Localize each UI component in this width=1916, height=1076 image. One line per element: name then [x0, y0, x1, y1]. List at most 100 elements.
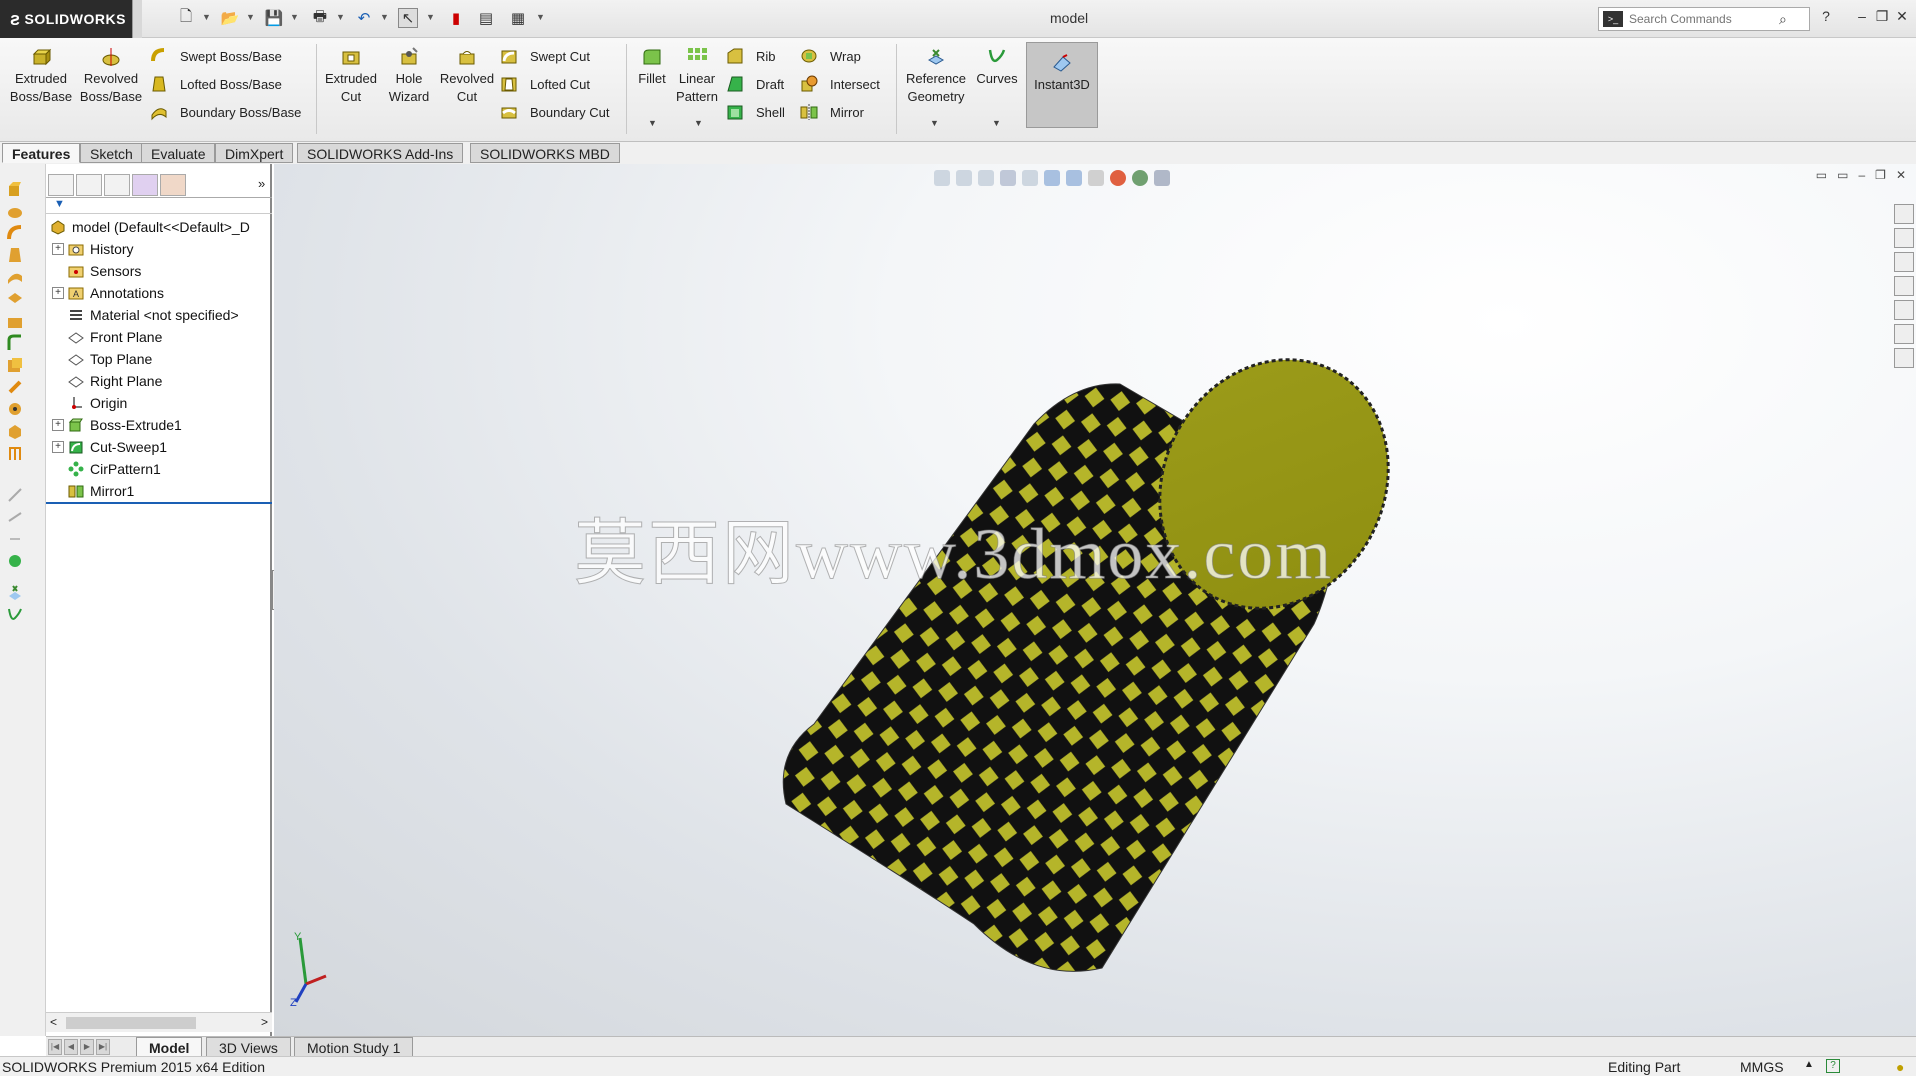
chamfer-shortcut-icon[interactable] — [6, 356, 24, 374]
linear-pattern-button[interactable]: Linear Pattern — [674, 46, 720, 106]
tree-item-sensors[interactable]: Sensors — [52, 260, 141, 282]
save-dropdown-icon[interactable]: ▼ — [290, 12, 299, 26]
undo-dropdown-icon[interactable]: ▼ — [380, 12, 389, 26]
fillet-dropdown-icon[interactable]: ▼ — [648, 118, 657, 128]
split-line-icon[interactable] — [6, 552, 24, 570]
shell-shortcut-icon[interactable] — [6, 422, 24, 440]
extrude-shortcut-icon[interactable] — [6, 180, 24, 198]
tree-item-top-plane[interactable]: Top Plane — [52, 348, 152, 370]
rollback-bar[interactable] — [46, 502, 272, 504]
display-manager-tab-icon[interactable] — [160, 174, 186, 196]
configuration-manager-tab-icon[interactable] — [104, 174, 130, 196]
tab-solidworks-mbd[interactable]: SOLIDWORKS MBD — [470, 143, 620, 163]
wrap-button[interactable]: Wrap — [800, 44, 861, 68]
boundary-cut-button[interactable]: Boundary Cut — [500, 100, 610, 124]
last-tab-icon[interactable]: ▶| — [96, 1039, 110, 1055]
undo-icon[interactable]: ↶ — [354, 8, 374, 28]
tree-item-annotations[interactable]: + A Annotations — [52, 282, 164, 304]
search-input[interactable] — [1629, 12, 1779, 26]
tab-evaluate[interactable]: Evaluate — [141, 143, 216, 163]
tree-item-front-plane[interactable]: Front Plane — [52, 326, 162, 348]
select-dropdown-icon[interactable]: ▼ — [426, 12, 435, 26]
filter-icon[interactable]: ▼ — [46, 198, 272, 214]
restore-icon[interactable]: ❐ — [1872, 8, 1892, 28]
instant3d-button[interactable]: Instant3D — [1026, 42, 1098, 128]
print-icon[interactable]: 🖶 — [310, 8, 330, 28]
tree-item-right-plane[interactable]: Right Plane — [52, 370, 162, 392]
lofted-boss-button[interactable]: Lofted Boss/Base — [150, 72, 282, 96]
rebuild-traffic-light-icon[interactable]: ▮ — [446, 8, 466, 28]
solidworks-logo[interactable]: ƨ SOLIDWORKS — [0, 0, 132, 38]
tree-item-history[interactable]: + History — [52, 238, 134, 260]
minimize-icon[interactable]: – — [1852, 8, 1872, 28]
tree-item-cirpattern1[interactable]: CirPattern1 — [52, 458, 161, 480]
tree-horizontal-scrollbar[interactable]: < > — [46, 1012, 272, 1032]
tree-item-material[interactable]: Material <not specified> — [52, 304, 239, 326]
tab-3d-views[interactable]: 3D Views — [206, 1037, 291, 1057]
next-tab-icon[interactable]: ▶ — [80, 1039, 94, 1055]
tab-solidworks-addins[interactable]: SOLIDWORKS Add-Ins — [297, 143, 464, 163]
expand-icon[interactable]: + — [52, 243, 64, 255]
property-manager-tab-icon[interactable] — [76, 174, 102, 196]
select-arrow-icon[interactable]: ↖ — [398, 8, 418, 28]
expand-tabs-chevron-icon[interactable]: » — [258, 176, 265, 191]
options-dropdown-icon[interactable]: ▼ — [536, 12, 545, 26]
rib-button[interactable]: Rib — [726, 44, 776, 68]
fillet-button[interactable]: Fillet — [632, 46, 672, 88]
curves-dropdown-icon[interactable]: ▼ — [992, 118, 1001, 128]
rib-shortcut-icon[interactable] — [6, 444, 24, 462]
curve-shortcut-icon[interactable] — [6, 606, 24, 624]
expand-icon[interactable]: + — [52, 441, 64, 453]
sweep-shortcut-icon[interactable] — [6, 224, 24, 242]
extruded-cut-button[interactable]: Extruded Cut — [322, 46, 380, 106]
print-dropdown-icon[interactable]: ▼ — [336, 12, 345, 26]
reference-geometry-dropdown-icon[interactable]: ▼ — [930, 118, 939, 128]
lofted-cut-button[interactable]: Lofted Cut — [500, 72, 590, 96]
sketch-tool-icon[interactable] — [6, 486, 24, 504]
open-folder-icon[interactable]: 📂 — [220, 8, 240, 28]
help-icon[interactable]: ? — [1816, 8, 1836, 28]
swept-boss-button[interactable]: Swept Boss/Base — [150, 44, 282, 68]
shell-button[interactable]: Shell — [726, 100, 785, 124]
tab-model[interactable]: Model — [136, 1037, 203, 1057]
menu-expand-arrow[interactable] — [132, 0, 142, 38]
revolved-boss-button[interactable]: Revolved Boss/Base — [78, 46, 144, 106]
search-commands-box[interactable]: >_ ⌕ — [1598, 7, 1810, 31]
new-document-icon[interactable]: 🗋 — [176, 8, 196, 28]
graphics-viewport[interactable]: ▭ ▭ – ❐ ✕ 莫西网www.3dmox.com Y Z — [274, 164, 1916, 1036]
revolve-shortcut-icon[interactable] — [6, 202, 24, 220]
tab-dimxpert[interactable]: DimXpert — [215, 143, 294, 163]
fillet-shortcut-icon[interactable] — [6, 334, 24, 352]
intersect-button[interactable]: Intersect — [800, 72, 880, 96]
help-status-icon[interactable]: ? — [1826, 1059, 1840, 1073]
expand-icon[interactable]: + — [52, 287, 64, 299]
rebuild-status-icon[interactable]: ● — [1896, 1059, 1904, 1075]
sketch-line-icon[interactable] — [6, 508, 24, 526]
boundary-shortcut-icon[interactable] — [6, 268, 24, 286]
new-dropdown-icon[interactable]: ▼ — [202, 12, 211, 26]
tree-item-boss-extrude1[interactable]: + Boss-Extrude1 — [52, 414, 182, 436]
cut-shortcut-icon[interactable] — [6, 290, 24, 308]
tree-root-model[interactable]: model (Default<<Default>_D — [50, 216, 250, 238]
tab-motion-study-1[interactable]: Motion Study 1 — [294, 1037, 414, 1057]
tab-features[interactable]: Features — [2, 143, 81, 163]
first-tab-icon[interactable]: |◀ — [48, 1039, 62, 1055]
hole-shortcut-icon[interactable] — [6, 312, 24, 330]
mirror-button[interactable]: Mirror — [800, 100, 864, 124]
dimxpert-manager-tab-icon[interactable] — [132, 174, 158, 196]
revolved-cut-button[interactable]: Revolved Cut — [438, 46, 496, 106]
feature-tree-tab-icon[interactable] — [48, 174, 74, 196]
scrollbar-thumb[interactable] — [66, 1017, 196, 1029]
close-icon[interactable]: ✕ — [1892, 8, 1912, 28]
save-icon[interactable]: 💾 — [264, 8, 284, 28]
draft-button[interactable]: Draft — [726, 72, 784, 96]
swept-cut-button[interactable]: Swept Cut — [500, 44, 590, 68]
loft-shortcut-icon[interactable] — [6, 246, 24, 264]
expand-icon[interactable]: + — [52, 419, 64, 431]
unit-system-selector[interactable]: MMGS — [1740, 1059, 1784, 1075]
open-dropdown-icon[interactable]: ▼ — [246, 12, 255, 26]
scroll-left-icon[interactable]: < — [50, 1015, 57, 1029]
boundary-boss-button[interactable]: Boundary Boss/Base — [150, 100, 301, 124]
reference-geometry-button[interactable]: Reference Geometry — [902, 46, 970, 106]
scroll-right-icon[interactable]: > — [261, 1015, 268, 1029]
